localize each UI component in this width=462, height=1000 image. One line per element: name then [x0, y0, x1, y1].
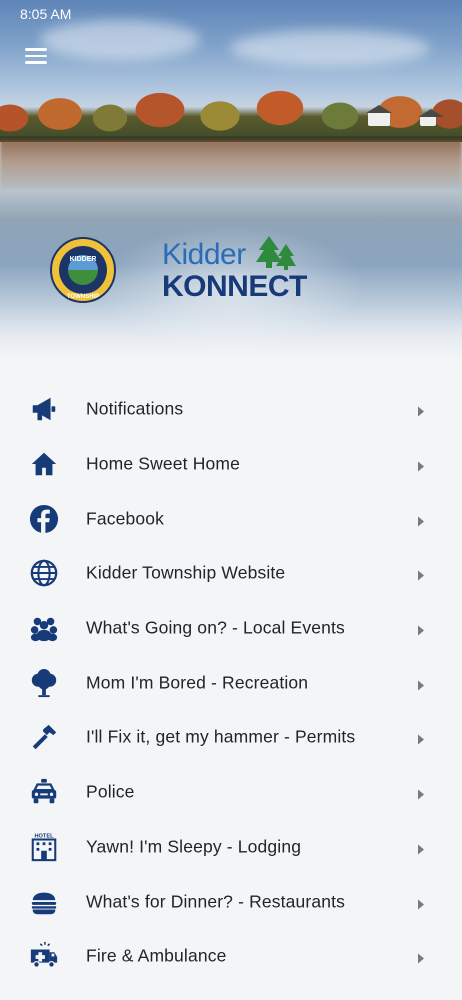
- status-time: 8:05 AM: [20, 6, 72, 22]
- menu-item[interactable]: Police: [0, 765, 462, 820]
- menu-item[interactable]: Mom I'm Bored - Recreation: [0, 655, 462, 710]
- chevron-right-icon: [418, 461, 424, 472]
- menu-item[interactable]: Facebook: [0, 491, 462, 546]
- kidder-konnect-logo: Kidder KONNECT: [162, 236, 322, 306]
- chevron-right-icon: [418, 680, 424, 691]
- township-seal-logo: KIDDER TOWNSHIP: [50, 237, 116, 303]
- menu-item-label: Home Sweet Home: [86, 453, 240, 474]
- menu-item[interactable]: I'll Fix it, get my hammer - Permits: [0, 710, 462, 765]
- chevron-right-icon: [418, 406, 424, 417]
- menu-item-label: Fire & Ambulance: [86, 945, 227, 966]
- megaphone-icon: [28, 393, 60, 425]
- menu-item-label: Police: [86, 781, 135, 802]
- globe-icon: [28, 557, 60, 589]
- menu-item-label: Yawn! I'm Sleepy - Lodging: [86, 836, 302, 857]
- seal-inner: KIDDER TOWNSHIP: [59, 246, 107, 300]
- menu-item-label: What's Going on? - Local Events: [86, 617, 345, 638]
- chevron-right-icon: [418, 899, 424, 910]
- chevron-right-icon: [418, 953, 424, 964]
- chevron-right-icon: [418, 844, 424, 855]
- cloud: [230, 30, 430, 66]
- menu-item[interactable]: What's for Dinner? - Restaurants: [0, 874, 462, 929]
- brand-line1: Kidder: [162, 238, 246, 271]
- menu-item[interactable]: Fire & Ambulance: [0, 929, 462, 984]
- menu-item[interactable]: Kidder Township Website: [0, 546, 462, 601]
- lakeside-house: [366, 105, 392, 126]
- chevron-right-icon: [418, 625, 424, 636]
- hotel-icon: HOTEL: [28, 831, 60, 863]
- burger-icon: [28, 886, 60, 918]
- cloud: [40, 20, 200, 60]
- menu-item-label: Facebook: [86, 508, 165, 529]
- facebook-icon: [28, 503, 60, 535]
- people-group-icon: [28, 612, 60, 644]
- chevron-right-icon: [418, 570, 424, 581]
- menu-item-label: I'll Fix it, get my hammer - Permits: [86, 726, 356, 747]
- menu-item[interactable]: Home Sweet Home: [0, 437, 462, 492]
- hamburger-menu-icon[interactable]: [22, 44, 50, 68]
- brand-line2: KONNECT: [162, 270, 307, 303]
- seal-bottom-text: TOWNSHIP: [66, 294, 100, 300]
- menu-list: Notifications Home Sweet Home Facebook Kidd…: [0, 382, 462, 984]
- menu-item[interactable]: HOTEL Yawn! I'm Sleepy - Lodging: [0, 820, 462, 875]
- autumn-treeline: [0, 78, 462, 142]
- pine-trees-icon: [256, 236, 296, 270]
- ambulance-icon: [28, 940, 60, 972]
- menu-item-label: Kidder Township Website: [86, 562, 286, 583]
- lakeside-house: [418, 109, 444, 126]
- police-car-icon: [28, 776, 60, 808]
- menu-item[interactable]: Notifications: [0, 382, 462, 437]
- menu-item[interactable]: What's Going on? - Local Events: [0, 601, 462, 656]
- house-icon: [28, 448, 60, 480]
- chevron-right-icon: [418, 789, 424, 800]
- chevron-right-icon: [418, 516, 424, 527]
- menu-item-label: Notifications: [86, 398, 184, 419]
- lake-reflection: [0, 140, 462, 188]
- menu-item-label: What's for Dinner? - Restaurants: [86, 891, 346, 912]
- menu-item-label: Mom I'm Bored - Recreation: [86, 672, 309, 693]
- chevron-right-icon: [418, 734, 424, 745]
- seal-top-text: KIDDER: [69, 256, 97, 263]
- hammer-icon: [28, 721, 60, 753]
- header-hero: 8:05 AM KIDDER TOWNSHIP Kidder KONNECT: [0, 0, 462, 368]
- tree-icon: [28, 667, 60, 699]
